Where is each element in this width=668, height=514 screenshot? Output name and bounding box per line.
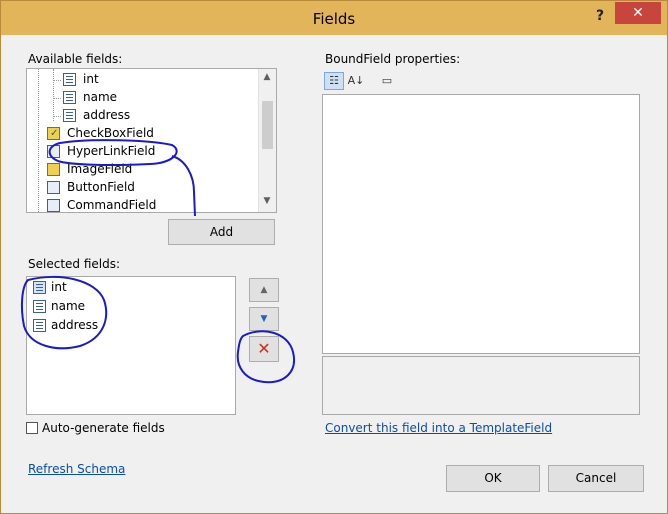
- available-item-commandfield[interactable]: CommandField: [47, 197, 257, 212]
- hyperlink-field-icon: [47, 145, 60, 158]
- button-field-icon: [47, 181, 60, 194]
- available-item-int[interactable]: int: [63, 71, 253, 88]
- selected-item-name[interactable]: name: [33, 298, 223, 315]
- scroll-up-arrow-icon[interactable]: ▲: [259, 72, 275, 82]
- property-description-pane: [322, 356, 640, 415]
- delete-field-button[interactable]: ✕: [249, 336, 279, 362]
- tree-line: [38, 69, 39, 212]
- available-fields-label: Available fields:: [28, 52, 123, 66]
- image-field-icon: [47, 163, 60, 176]
- convert-templatefield-link[interactable]: Convert this field into a TemplateField: [325, 421, 552, 435]
- auto-generate-label[interactable]: Auto-generate fields: [42, 421, 165, 435]
- checkbox-field-icon: [47, 125, 60, 142]
- available-item-address[interactable]: address: [63, 107, 253, 124]
- fields-dialog: Fields ? ✕ Available fields: int name ad…: [0, 0, 668, 514]
- field-doc-icon: [63, 73, 76, 86]
- properties-grid[interactable]: [322, 94, 640, 354]
- auto-generate-checkbox[interactable]: [26, 422, 38, 434]
- move-down-button[interactable]: ▼: [249, 307, 279, 331]
- available-item-name[interactable]: name: [63, 89, 253, 106]
- selected-item-address[interactable]: address: [33, 317, 223, 334]
- ok-button[interactable]: OK: [446, 465, 540, 492]
- selected-item-int[interactable]: int: [33, 279, 223, 296]
- available-item-imagefield[interactable]: ImageField: [47, 161, 257, 178]
- refresh-schema-link[interactable]: Refresh Schema: [28, 462, 125, 476]
- selected-fields-list[interactable]: int name address: [26, 276, 236, 415]
- alphabetical-sort-icon[interactable]: A↓: [346, 72, 366, 90]
- boundfield-properties-label: BoundField properties:: [325, 52, 461, 66]
- field-doc-icon: [33, 281, 46, 294]
- close-button[interactable]: ✕: [615, 2, 661, 24]
- scroll-down-arrow-icon[interactable]: ▼: [259, 196, 275, 206]
- field-doc-icon: [33, 300, 46, 313]
- available-item-buttonfield[interactable]: ButtonField: [47, 179, 257, 196]
- selected-fields-label: Selected fields:: [28, 257, 121, 271]
- title-bar[interactable]: Fields ? ✕: [1, 1, 667, 35]
- scrollbar-thumb[interactable]: [262, 101, 273, 149]
- help-button[interactable]: ?: [589, 6, 611, 26]
- categorized-view-icon[interactable]: ☷: [324, 72, 344, 90]
- field-doc-icon: [63, 91, 76, 104]
- tree-line: [53, 116, 61, 117]
- field-doc-icon: [33, 319, 46, 332]
- field-doc-icon: [63, 109, 76, 122]
- cancel-button[interactable]: Cancel: [548, 465, 644, 492]
- tree-line: [53, 80, 61, 81]
- tree-line: [53, 69, 54, 121]
- tree-line: [53, 98, 61, 99]
- available-item-checkboxfield[interactable]: CheckBoxField: [47, 125, 257, 142]
- available-fields-tree[interactable]: int name address CheckBoxField HyperLink…: [26, 68, 277, 213]
- add-button[interactable]: Add: [168, 219, 275, 245]
- property-pages-icon[interactable]: ▭: [377, 72, 397, 90]
- available-scrollbar[interactable]: ▲ ▼: [258, 69, 276, 212]
- dialog-title: Fields: [312, 10, 356, 28]
- move-up-button[interactable]: ▲: [249, 278, 279, 302]
- command-field-icon: [47, 199, 60, 212]
- available-item-hyperlinkfield[interactable]: HyperLinkField: [47, 143, 257, 160]
